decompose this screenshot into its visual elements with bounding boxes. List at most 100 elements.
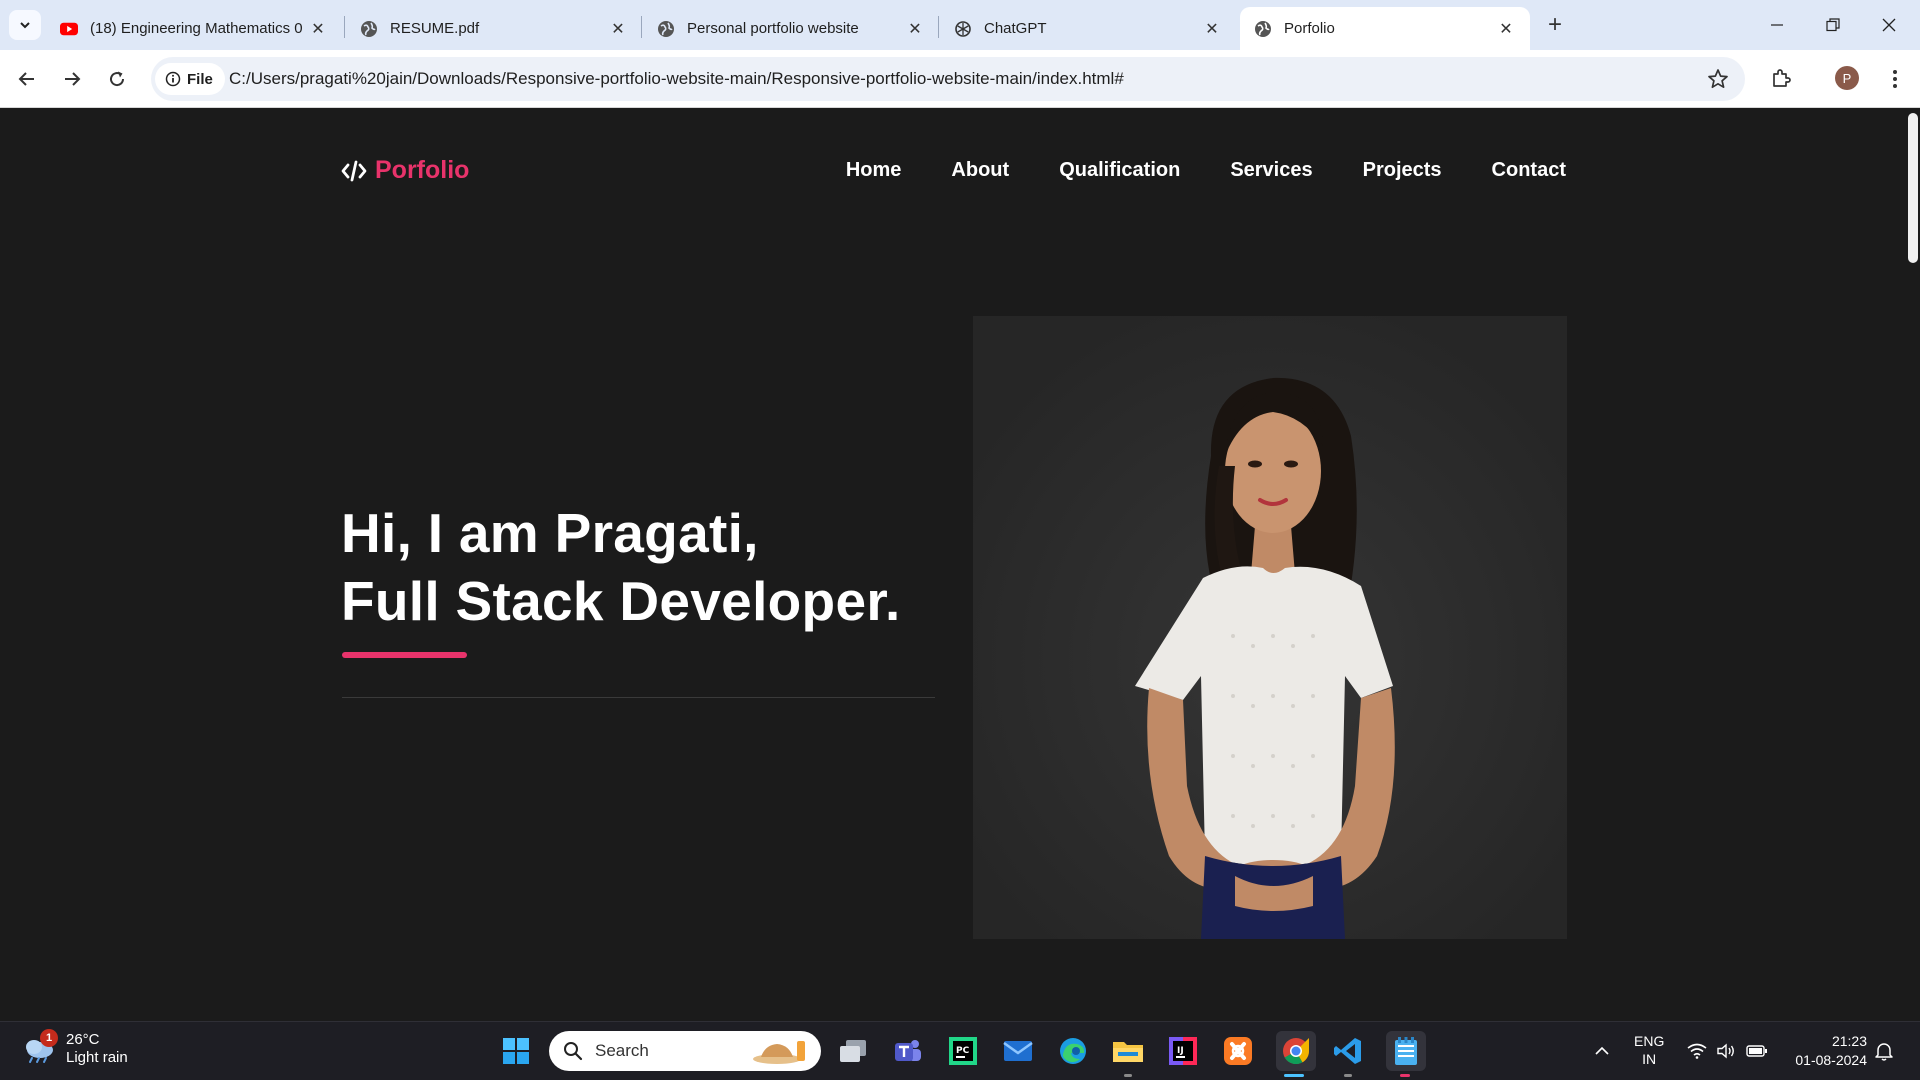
site-chip-label: File bbox=[187, 70, 213, 88]
hero-accent-bar bbox=[342, 652, 467, 658]
hero-greeting: Hi, I am Pragati, bbox=[341, 502, 759, 564]
nav-projects[interactable]: Projects bbox=[1363, 159, 1442, 182]
windows-taskbar: 1 26°C Light rain Search PC IJ ENG IN 21… bbox=[0, 1021, 1920, 1080]
svg-text:IJ: IJ bbox=[1177, 1046, 1184, 1056]
tab-search-button[interactable] bbox=[9, 10, 41, 40]
kebab-menu-icon bbox=[1893, 70, 1897, 88]
bookmark-star-icon[interactable] bbox=[1707, 68, 1729, 95]
scrollbar-thumb[interactable] bbox=[1908, 113, 1918, 263]
nav-qualification[interactable]: Qualification bbox=[1059, 159, 1180, 182]
windows-logo-icon bbox=[503, 1038, 529, 1064]
chevron-down-icon bbox=[20, 22, 30, 29]
extensions-button[interactable] bbox=[1766, 64, 1796, 94]
notepad-icon[interactable] bbox=[1386, 1031, 1426, 1071]
back-button[interactable] bbox=[12, 64, 42, 94]
puzzle-icon bbox=[1773, 69, 1791, 87]
close-icon[interactable]: ✕ bbox=[308, 19, 328, 39]
tab-separator bbox=[344, 16, 345, 38]
pycharm-icon[interactable]: PC bbox=[946, 1034, 980, 1068]
mail-icon[interactable] bbox=[1001, 1034, 1035, 1068]
task-view-icon[interactable] bbox=[836, 1034, 870, 1068]
youtube-icon bbox=[60, 20, 78, 38]
profile-avatar[interactable]: P bbox=[1835, 66, 1859, 90]
tab-personal-portfolio[interactable]: Personal portfolio website ✕ bbox=[643, 7, 939, 50]
tab-youtube[interactable]: (18) Engineering Mathematics 0 ✕ bbox=[46, 7, 342, 50]
teams-icon[interactable] bbox=[891, 1034, 925, 1068]
forward-button[interactable] bbox=[57, 64, 87, 94]
tab-chatgpt[interactable]: ChatGPT ✕ bbox=[940, 7, 1236, 50]
browser-tab-strip: (18) Engineering Mathematics 0 ✕ RESUME.… bbox=[0, 0, 1920, 50]
show-hidden-icons-button[interactable] bbox=[1585, 1034, 1619, 1068]
language-indicator[interactable]: ENG IN bbox=[1634, 1032, 1664, 1068]
tab-title: (18) Engineering Mathematics 0 bbox=[90, 20, 303, 37]
close-icon[interactable]: ✕ bbox=[905, 19, 925, 39]
clock-time: 21:23 bbox=[1831, 1033, 1867, 1049]
arrow-right-icon bbox=[65, 72, 81, 86]
file-explorer-icon[interactable] bbox=[1111, 1034, 1145, 1068]
url-text[interactable]: C:/Users/pragati%20jain/Downloads/Respon… bbox=[229, 69, 1124, 89]
app-running-indicator bbox=[1344, 1074, 1352, 1077]
address-bar[interactable]: File C:/Users/pragati%20jain/Downloads/R… bbox=[151, 57, 1745, 101]
site-logo[interactable]: Porfolio bbox=[341, 156, 469, 185]
close-icon bbox=[1882, 18, 1896, 32]
restore-button[interactable] bbox=[1810, 10, 1856, 40]
site-info-chip[interactable]: File bbox=[155, 63, 225, 95]
nav-contact[interactable]: Contact bbox=[1492, 159, 1566, 182]
search-placeholder: Search bbox=[595, 1041, 649, 1060]
hero-divider bbox=[342, 697, 935, 698]
taskbar-search[interactable]: Search bbox=[549, 1031, 821, 1071]
app-attention-indicator bbox=[1400, 1074, 1410, 1077]
svg-text:PC: PC bbox=[956, 1046, 970, 1056]
arrow-left-icon bbox=[18, 72, 34, 86]
reload-button[interactable] bbox=[102, 64, 132, 94]
intellij-icon[interactable]: IJ bbox=[1166, 1034, 1200, 1068]
app-active-indicator bbox=[1284, 1074, 1304, 1077]
browser-toolbar: File C:/Users/pragati%20jain/Downloads/R… bbox=[0, 50, 1920, 108]
code-icon bbox=[341, 160, 367, 181]
volume-icon[interactable] bbox=[1709, 1034, 1743, 1068]
reload-icon bbox=[110, 71, 125, 87]
weather-widget[interactable]: 1 26°C Light rain bbox=[22, 1029, 128, 1067]
tab-title: Porfolio bbox=[1284, 20, 1335, 37]
nav-about[interactable]: About bbox=[951, 159, 1009, 182]
nav-home[interactable]: Home bbox=[846, 159, 902, 182]
app-running-indicator bbox=[1124, 1074, 1132, 1077]
tab-title: ChatGPT bbox=[984, 20, 1047, 37]
info-icon bbox=[165, 71, 181, 87]
tab-separator bbox=[938, 16, 939, 38]
edge-icon[interactable] bbox=[1056, 1034, 1090, 1068]
menu-button[interactable] bbox=[1880, 64, 1910, 94]
window-close-button[interactable] bbox=[1866, 10, 1912, 40]
globe-icon bbox=[657, 20, 675, 38]
battery-icon[interactable] bbox=[1740, 1034, 1774, 1068]
chevron-up-icon bbox=[1595, 1046, 1609, 1055]
close-icon[interactable]: ✕ bbox=[608, 19, 628, 39]
search-icon bbox=[564, 1042, 583, 1061]
hero-role: Full Stack Developer. bbox=[341, 570, 901, 632]
close-icon[interactable]: ✕ bbox=[1202, 19, 1222, 39]
notification-bell-icon[interactable] bbox=[1867, 1034, 1901, 1068]
chrome-icon[interactable] bbox=[1276, 1031, 1316, 1071]
clock-date: 01-08-2024 bbox=[1795, 1052, 1867, 1068]
nav-services[interactable]: Services bbox=[1230, 159, 1312, 182]
close-icon[interactable]: ✕ bbox=[1496, 19, 1516, 39]
tab-resume[interactable]: RESUME.pdf ✕ bbox=[346, 7, 642, 50]
weather-badge: 1 bbox=[40, 1029, 58, 1047]
system-clock[interactable]: 21:23 01-08-2024 bbox=[1795, 1032, 1867, 1070]
vscode-icon[interactable] bbox=[1331, 1034, 1365, 1068]
globe-icon bbox=[1254, 20, 1272, 38]
language-code: ENG bbox=[1634, 1033, 1665, 1049]
profile-photo bbox=[973, 316, 1567, 939]
page-scrollbar[interactable] bbox=[1906, 109, 1920, 1021]
globe-icon bbox=[360, 20, 378, 38]
new-tab-button[interactable]: + bbox=[1542, 11, 1568, 38]
xampp-icon[interactable] bbox=[1221, 1034, 1255, 1068]
weather-desc: Light rain bbox=[66, 1049, 128, 1066]
weather-temp: 26°C bbox=[66, 1031, 100, 1048]
logo-text: Porfolio bbox=[375, 156, 470, 184]
main-nav: Home About Qualification Services Projec… bbox=[796, 159, 1566, 182]
minimize-button[interactable] bbox=[1754, 10, 1800, 40]
tab-porfolio[interactable]: Porfolio ✕ bbox=[1240, 7, 1530, 50]
hero-title: Hi, I am Pragati, Full Stack Developer. bbox=[341, 499, 901, 635]
start-button[interactable] bbox=[499, 1034, 533, 1068]
